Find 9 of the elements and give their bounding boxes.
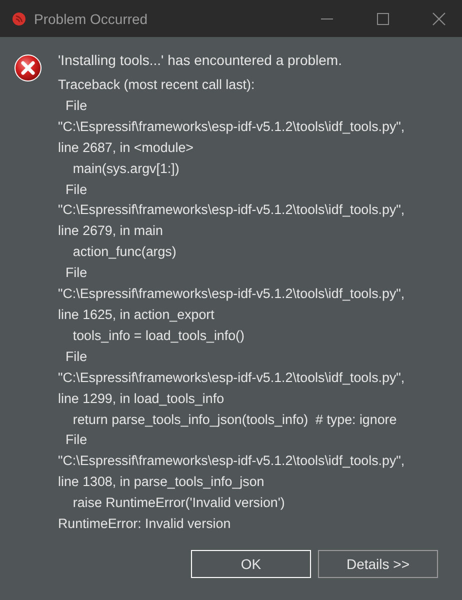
app-icon bbox=[12, 12, 26, 26]
ok-button[interactable]: OK bbox=[191, 550, 311, 578]
details-button[interactable]: Details >> bbox=[318, 550, 438, 578]
maximize-icon[interactable] bbox=[376, 12, 390, 26]
window-title: Problem Occurred bbox=[34, 10, 148, 26]
traceback-text: Traceback (most recent call last): File "C:\Espressif\frameworks\esp-idf-v5.1.2\tools\idf_tools.py", line 2687, in <module> main(sys.argv[1:]) File "C:\Espressif\frameworks\esp-idf-v5.1.2\tools\idf_tools.py", line 2679, in main action_func(args) File "C:\Espressif\frameworks\esp-idf-v5.1.2\tools\idf_tools.py", line 1625, in action_export tools_info = load_tools_info() File "C:\Espressif\frameworks\esp-idf-v5.1.2\tools\idf_tools.py", line 1299, in load_tools_info return parse_tools_info_json(tools_info) # type: ignore File "C:\Espressif\frameworks\esp-idf-v5.1.2\tools\idf_tools.py", line 1308, in parse_tools_info_json raise RuntimeError('Invalid version') RuntimeError: Invalid version bbox=[58, 76, 405, 534]
close-icon[interactable] bbox=[432, 12, 446, 26]
error-icon bbox=[14, 54, 42, 82]
error-message: 'Installing tools...' has encountered a problem. bbox=[58, 52, 343, 68]
